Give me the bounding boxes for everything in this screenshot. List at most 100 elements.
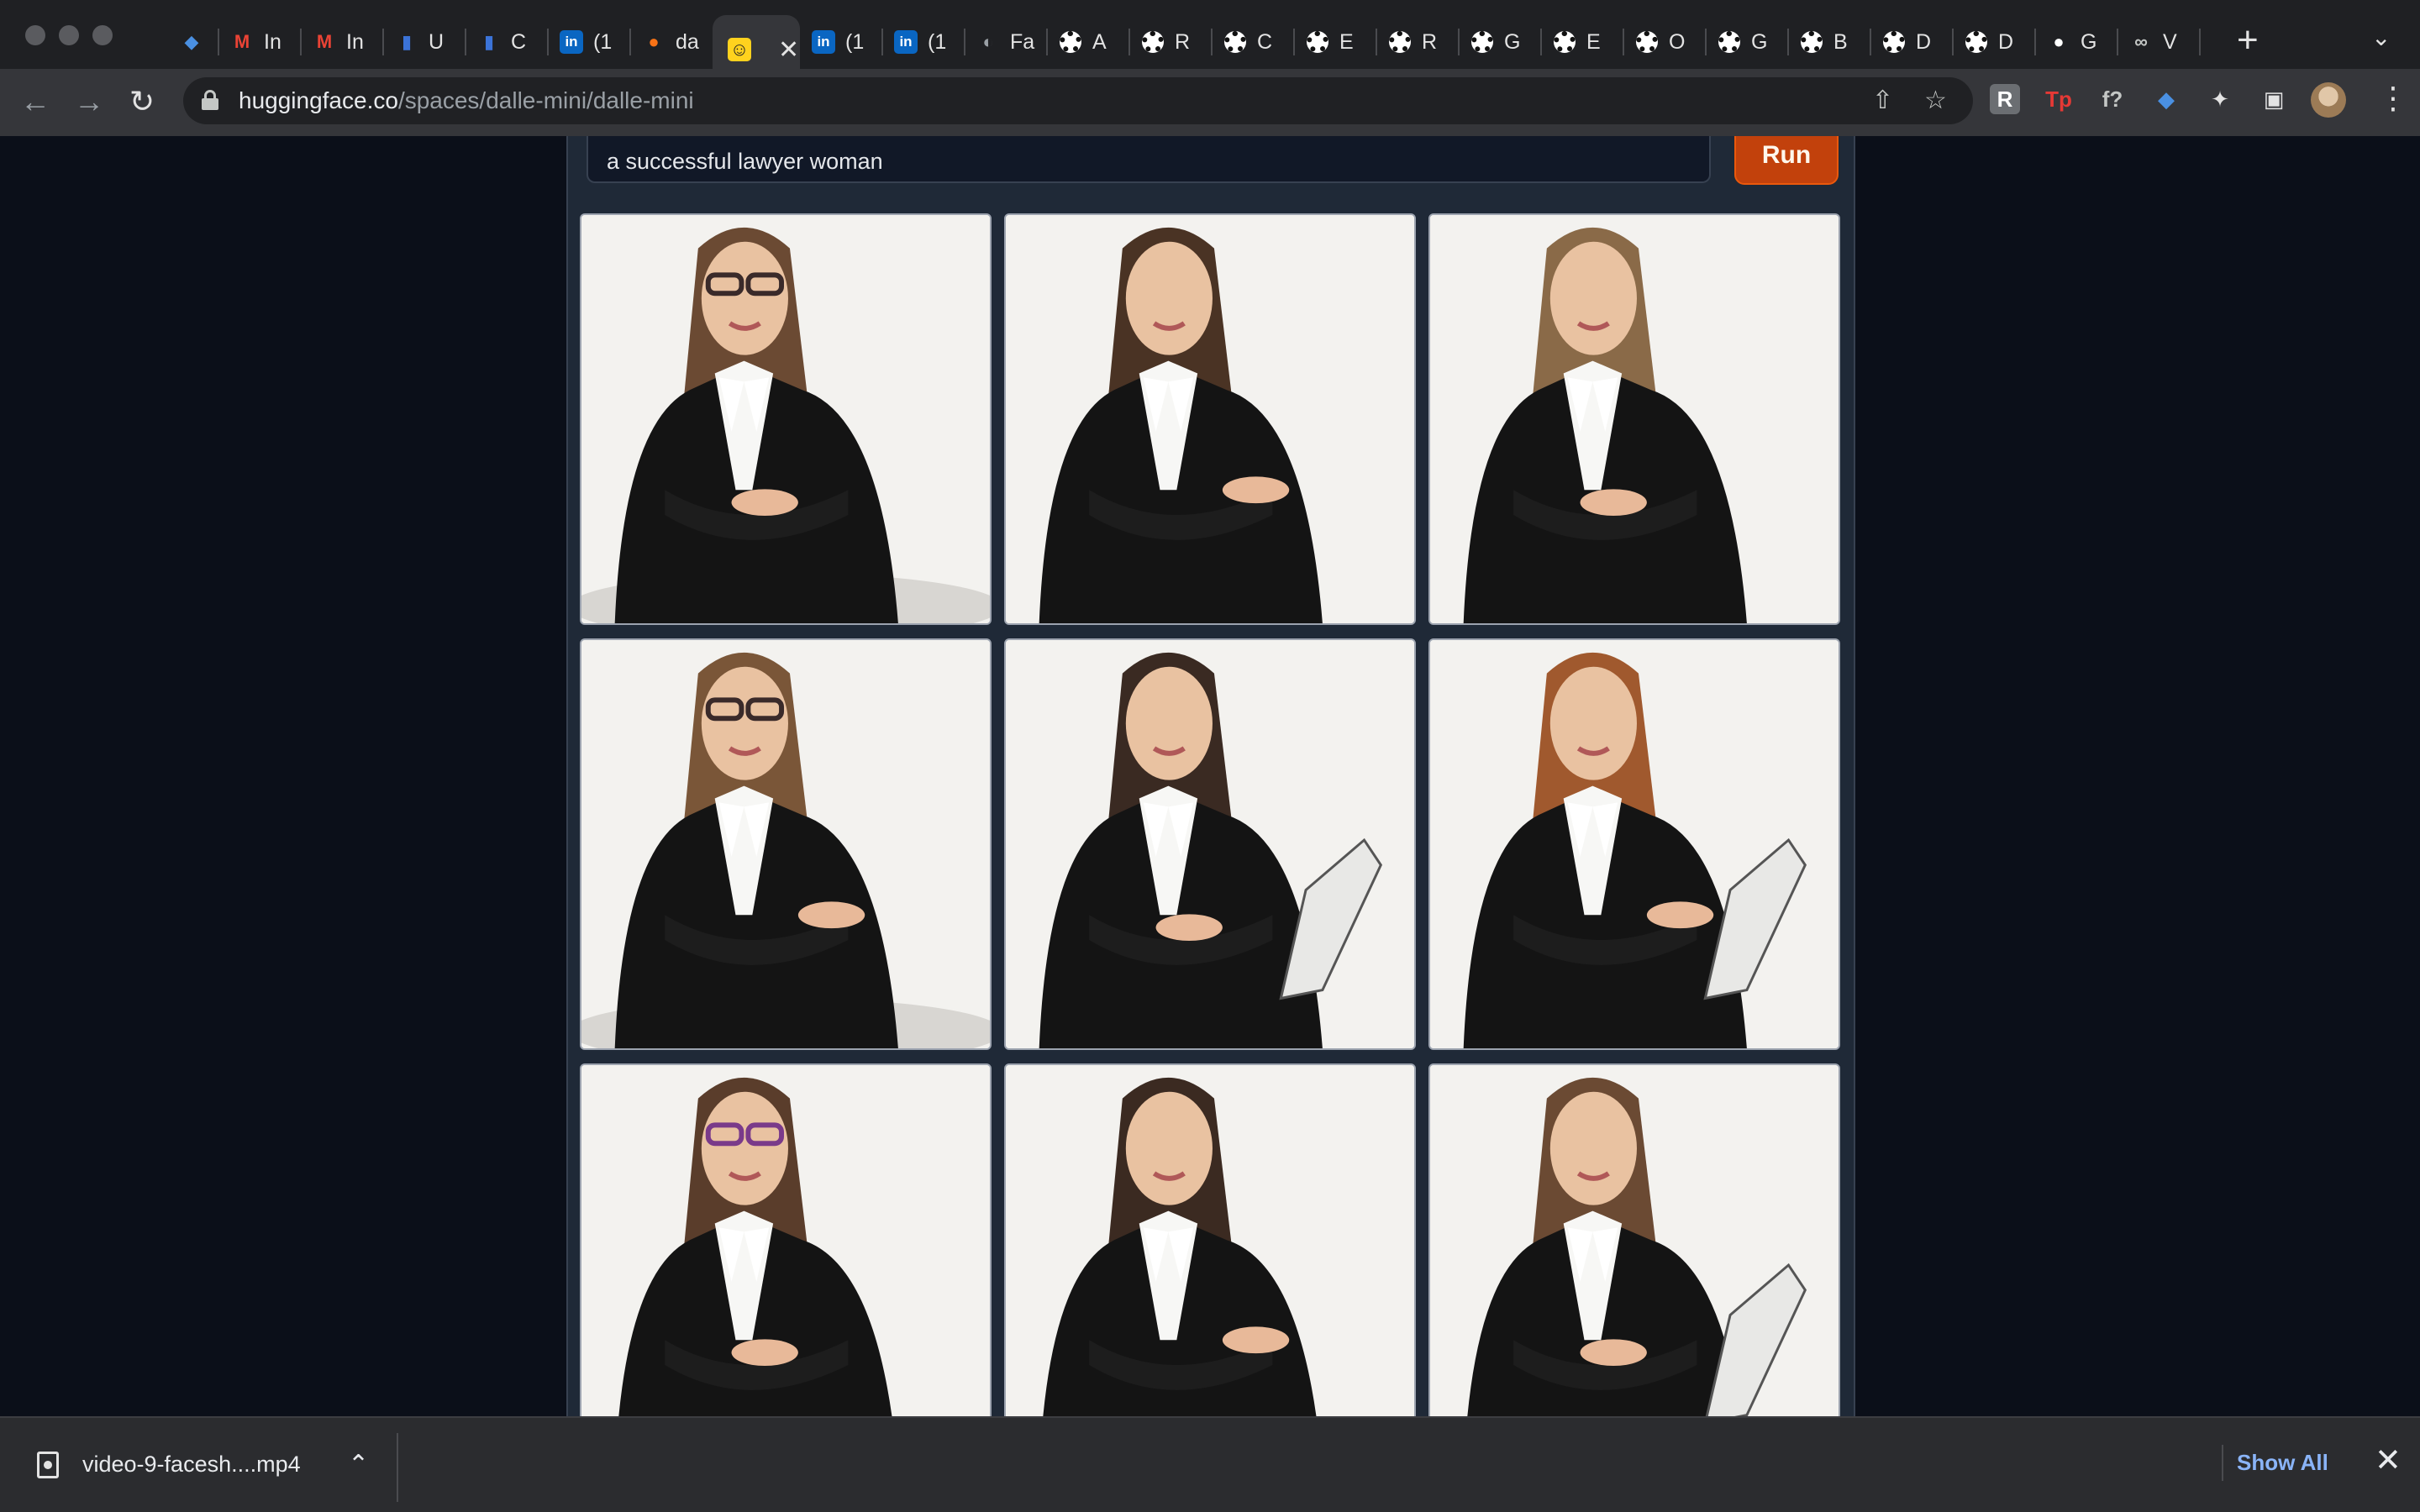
url-text[interactable]: huggingface.co/spaces/dalle-mini/dalle-m… xyxy=(239,87,694,114)
browser-tab[interactable]: ▮ C xyxy=(466,15,548,69)
generated-image[interactable] xyxy=(580,1063,992,1416)
tab-title: D xyxy=(1998,29,2014,54)
openai-icon xyxy=(1059,30,1082,54)
prompt-box xyxy=(587,136,1711,185)
browser-tab[interactable]: in (1 xyxy=(882,15,965,69)
chevron-up-icon[interactable]: ⌃ xyxy=(348,1450,369,1479)
browser-window: ◆ M In M In ▮ U ▮ Cin (1 ● da ☺ ✕ in (1 in (1 ◐ Fa A R C E R G E O G… xyxy=(0,0,2420,1512)
browser-tab[interactable]: A xyxy=(1047,15,1129,69)
extension-fx-icon[interactable]: f? xyxy=(2097,84,2128,114)
tab-title: (1 xyxy=(928,29,947,54)
browser-tab[interactable]: in (1 xyxy=(800,15,882,69)
browser-tab[interactable]: M In xyxy=(301,15,383,69)
tab-title: (1 xyxy=(845,29,865,54)
browser-tab[interactable]: E xyxy=(1541,15,1623,69)
github-icon: ● xyxy=(2053,31,2065,52)
tab-title: A xyxy=(1092,29,1107,54)
generated-image[interactable] xyxy=(580,213,992,625)
tab-title: V xyxy=(2163,29,2177,54)
extension-r-icon[interactable]: R xyxy=(1990,84,2020,114)
tab-title: E xyxy=(1586,29,1601,54)
tab-title: G xyxy=(2081,29,2097,54)
browser-tab[interactable]: ◐ Fa xyxy=(965,15,1047,69)
globe-icon: ◐ xyxy=(982,31,994,52)
puzzle-icon[interactable]: ✦ xyxy=(2205,84,2235,114)
openai-icon xyxy=(1470,30,1494,54)
generated-image[interactable] xyxy=(1004,1063,1416,1416)
linkedin-icon: in xyxy=(812,30,835,54)
tab-title: D xyxy=(1916,29,1932,54)
tab-close-icon[interactable]: ✕ xyxy=(778,35,799,65)
generated-image[interactable] xyxy=(1004,213,1416,625)
extension-diamond-icon[interactable]: ◆ xyxy=(2151,84,2181,114)
download-filename[interactable]: video-9-facesh....mp4 xyxy=(82,1452,301,1478)
generated-image[interactable] xyxy=(580,638,992,1050)
gmail-icon: M xyxy=(316,31,333,52)
generated-image[interactable] xyxy=(1428,213,1840,625)
browser-tab[interactable]: D xyxy=(1953,15,2035,69)
openai-icon xyxy=(1965,30,1988,54)
browser-menu-button[interactable]: ⋮ xyxy=(2378,81,2408,116)
window-close-button[interactable] xyxy=(25,25,45,45)
browser-tab[interactable]: R xyxy=(1129,15,1212,69)
sidepanel-icon[interactable]: ▣ xyxy=(2259,84,2289,114)
openai-icon xyxy=(1388,30,1412,54)
openai-icon xyxy=(1718,30,1741,54)
tab-title: O xyxy=(1669,29,1686,54)
browser-tab[interactable]: ● G xyxy=(2035,15,2118,69)
tab-title: In xyxy=(346,29,364,54)
url-host: huggingface.co xyxy=(239,87,398,113)
close-download-bar-button[interactable]: ✕ xyxy=(2375,1441,2402,1479)
window-zoom-button[interactable] xyxy=(92,25,113,45)
generated-image[interactable] xyxy=(1428,1063,1840,1416)
page-content: Run xyxy=(0,136,2420,1416)
tab-title: da xyxy=(676,29,699,54)
tab-title: Fa xyxy=(1010,29,1035,54)
lock-icon[interactable] xyxy=(202,90,218,110)
browser-tab[interactable]: ▮ U xyxy=(383,15,466,69)
browser-tab[interactable]: M In xyxy=(218,15,301,69)
download-divider xyxy=(397,1433,398,1502)
forward-button[interactable]: → xyxy=(74,81,104,123)
show-all-button[interactable]: Show All xyxy=(2222,1445,2342,1481)
profile-avatar[interactable] xyxy=(2311,82,2346,118)
tab-search-button[interactable]: ⌄ xyxy=(2371,24,2391,51)
dalle-app-panel: Run xyxy=(566,136,1855,1416)
browser-tab[interactable]: ◆ xyxy=(168,15,218,69)
window-minimize-button[interactable] xyxy=(59,25,79,45)
bookmark-star-icon[interactable]: ☆ xyxy=(1924,86,1947,115)
browser-tab[interactable]: G xyxy=(1706,15,1788,69)
prompt-input[interactable] xyxy=(588,138,1709,185)
openai-icon xyxy=(1141,30,1165,54)
openai-icon xyxy=(1635,30,1659,54)
huggingface-icon: ☺ xyxy=(728,38,751,61)
browser-tab[interactable]: ∞ V xyxy=(2118,15,2200,69)
tab-title: B xyxy=(1833,29,1848,54)
orange-circle-icon: ● xyxy=(648,31,660,52)
tab-title: In xyxy=(264,29,281,54)
bar-chart-icon: ▮ xyxy=(401,31,413,52)
browser-tab[interactable]: G xyxy=(1459,15,1541,69)
back-button[interactable]: ← xyxy=(20,81,50,123)
browser-tab[interactable]: E xyxy=(1294,15,1376,69)
infinity-icon: ∞ xyxy=(2134,31,2148,52)
tab-title: G xyxy=(1751,29,1768,54)
browser-tab[interactable]: R xyxy=(1376,15,1459,69)
browser-tab[interactable]: B xyxy=(1788,15,1870,69)
generated-image[interactable] xyxy=(1428,638,1840,1050)
extension-tp-icon[interactable]: Tp xyxy=(2044,84,2074,114)
browser-tab[interactable]: C xyxy=(1212,15,1294,69)
run-button[interactable]: Run xyxy=(1734,136,1839,185)
browser-tab[interactable]: in (1 xyxy=(548,15,630,69)
browser-tab[interactable]: D xyxy=(1870,15,1953,69)
browser-tab[interactable]: ● da xyxy=(630,15,713,69)
tab-separator xyxy=(2199,29,2201,55)
share-icon[interactable]: ⇧ xyxy=(1872,86,1893,115)
browser-tab[interactable]: O xyxy=(1623,15,1706,69)
generated-image[interactable] xyxy=(1004,638,1416,1050)
new-tab-button[interactable]: + xyxy=(2237,22,2259,59)
linkedin-icon: in xyxy=(894,30,918,54)
reload-button[interactable]: ↻ xyxy=(129,81,155,123)
linkedin-icon: in xyxy=(560,30,583,54)
tab-title: R xyxy=(1422,29,1438,54)
